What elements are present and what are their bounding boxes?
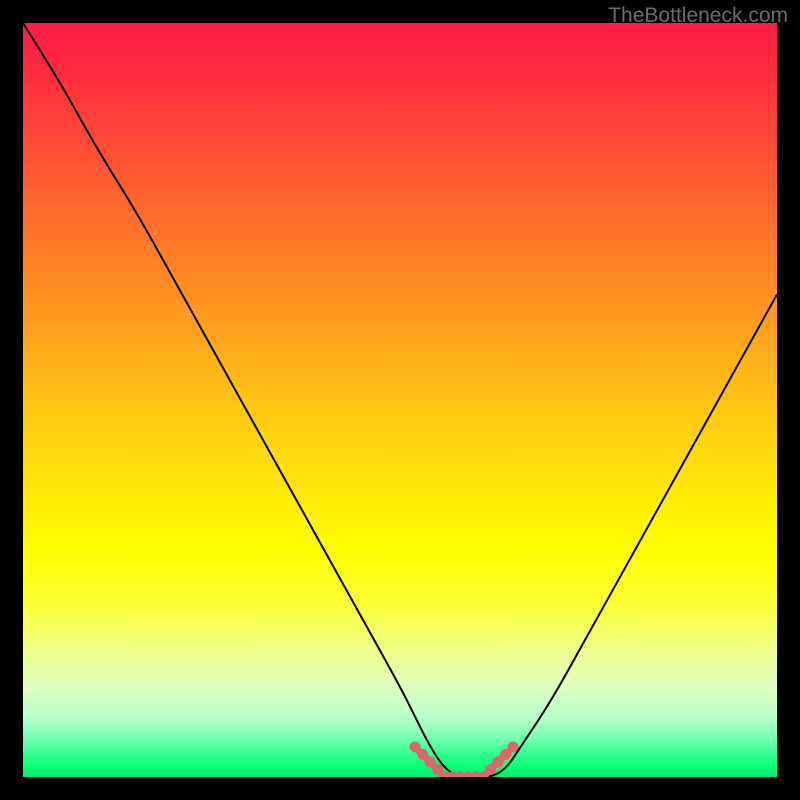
- chart-container: TheBottleneck.com: [0, 0, 800, 800]
- watermark-text: TheBottleneck.com: [608, 4, 788, 28]
- bottleneck-curve: [23, 23, 777, 777]
- valley-dot: [508, 741, 519, 752]
- curve-svg: [23, 23, 777, 777]
